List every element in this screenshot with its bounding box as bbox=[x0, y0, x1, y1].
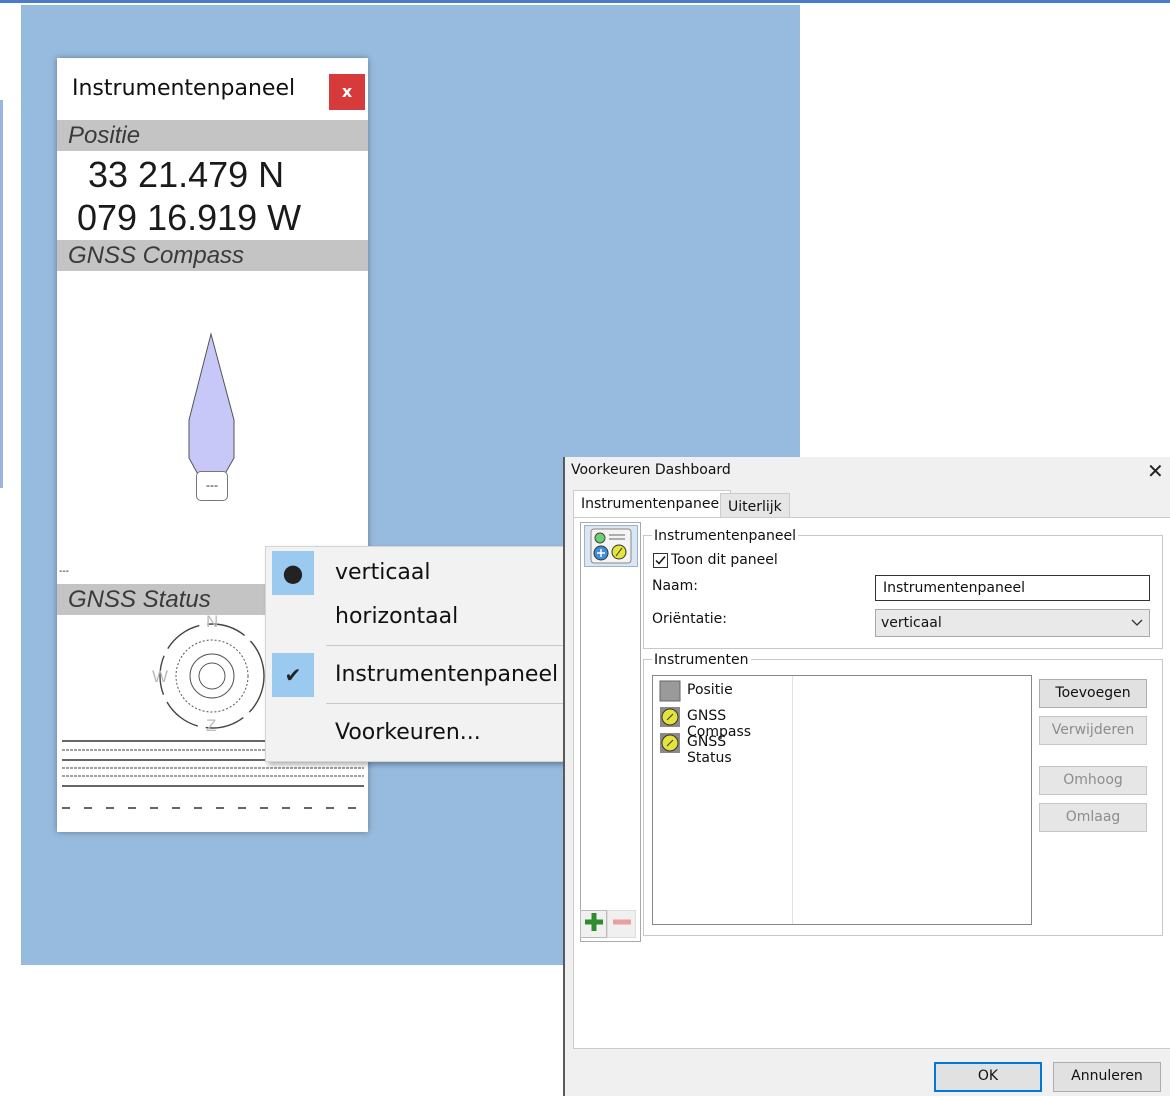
show-panel-checkbox[interactable] bbox=[653, 553, 668, 568]
top-accent-line bbox=[0, 0, 1170, 3]
menu-item-instrumentenpaneel[interactable]: ✔ Instrumentenpaneel bbox=[266, 653, 566, 697]
preferences-dialog[interactable]: Voorkeuren Dashboard ✕ Instrumentenpanee… bbox=[563, 457, 1170, 1096]
instruments-groupbox-label: Instrumenten bbox=[652, 652, 751, 668]
list-item-label: Positie bbox=[687, 682, 733, 698]
tab-content: Instrumentenpaneel Toon dit paneel Naam:… bbox=[573, 517, 1170, 1049]
checkmark-icon: ✔ bbox=[272, 653, 314, 697]
name-field[interactable]: Instrumentenpaneel bbox=[875, 575, 1150, 601]
compass-value-box: --- bbox=[196, 471, 228, 501]
gauge-icon bbox=[660, 707, 680, 727]
gnss-west-label: W bbox=[152, 667, 169, 686]
cancel-button[interactable]: Annuleren bbox=[1053, 1062, 1161, 1092]
radio-dot-icon: ● bbox=[272, 551, 314, 595]
menu-item-horizontaal[interactable]: horizontaal bbox=[266, 595, 566, 639]
close-icon[interactable]: ✕ bbox=[1147, 459, 1164, 483]
position-instrument-icon bbox=[659, 680, 681, 702]
orientation-select[interactable]: verticaal bbox=[875, 609, 1150, 637]
menu-item-label: Instrumentenpaneel bbox=[335, 662, 559, 687]
menu-separator bbox=[326, 645, 566, 646]
dashboard-close-button[interactable]: x bbox=[329, 74, 365, 110]
add-instrument-button[interactable]: Toevoegen bbox=[1039, 679, 1147, 708]
section-header-position: Positie bbox=[57, 120, 368, 151]
checkmark-icon bbox=[655, 556, 666, 565]
panel-groupbox-label: Instrumentenpaneel bbox=[652, 528, 798, 544]
section-header-gnss-compass: GNSS Compass bbox=[57, 240, 368, 271]
list-item-label: GNSS Status bbox=[687, 734, 732, 766]
position-latitude: 33 21.479 N bbox=[88, 154, 285, 195]
gnss-south-label: Z bbox=[206, 716, 217, 735]
tab-instrumentenpaneel[interactable]: Instrumentenpaneel bbox=[573, 490, 731, 518]
instruments-list[interactable]: Positie GNSS Compass GNSS Status bbox=[652, 675, 1032, 925]
orientation-label: Oriëntatie: bbox=[652, 611, 727, 627]
move-down-button[interactable]: Omlaag bbox=[1039, 803, 1147, 832]
compass-small-value: --- bbox=[59, 566, 69, 577]
menu-item-voorkeuren[interactable]: Voorkeuren... bbox=[266, 711, 566, 755]
menu-item-label: horizontaal bbox=[335, 604, 459, 629]
menu-separator bbox=[326, 703, 566, 704]
minus-icon bbox=[612, 919, 631, 925]
panel-list-item[interactable] bbox=[584, 525, 638, 567]
position-longitude: 079 16.919 W bbox=[77, 197, 302, 238]
side-accent-line bbox=[0, 100, 3, 488]
move-up-button[interactable]: Omhoog bbox=[1039, 766, 1147, 795]
panel-list[interactable] bbox=[580, 522, 641, 942]
ok-button[interactable]: OK bbox=[934, 1062, 1042, 1092]
tab-uiterlijk[interactable]: Uiterlijk bbox=[720, 493, 790, 518]
dashboard-panel-icon bbox=[590, 528, 632, 564]
menu-item-verticaal[interactable]: ● verticaal bbox=[266, 551, 566, 595]
dialog-title: Voorkeuren Dashboard bbox=[571, 462, 731, 478]
name-label: Naam: bbox=[652, 578, 698, 594]
gnss-north-label: N bbox=[206, 612, 219, 631]
gauge-icon bbox=[660, 733, 680, 753]
menu-item-label: verticaal bbox=[335, 560, 431, 585]
dashboard-title: Instrumentenpaneel bbox=[72, 76, 296, 101]
orientation-select-value: verticaal bbox=[881, 615, 942, 631]
add-panel-button[interactable] bbox=[580, 910, 607, 938]
show-panel-label: Toon dit paneel bbox=[671, 552, 778, 568]
remove-panel-button[interactable] bbox=[607, 910, 636, 938]
remove-instrument-button[interactable]: Verwijderen bbox=[1039, 716, 1147, 745]
context-menu[interactable]: ● verticaal horizontaal ✔ Instrumentenpa… bbox=[265, 546, 567, 762]
chevron-down-icon bbox=[1131, 619, 1143, 626]
menu-item-label: Voorkeuren... bbox=[335, 720, 481, 745]
list-column-divider bbox=[792, 676, 793, 924]
plus-icon bbox=[584, 913, 603, 931]
